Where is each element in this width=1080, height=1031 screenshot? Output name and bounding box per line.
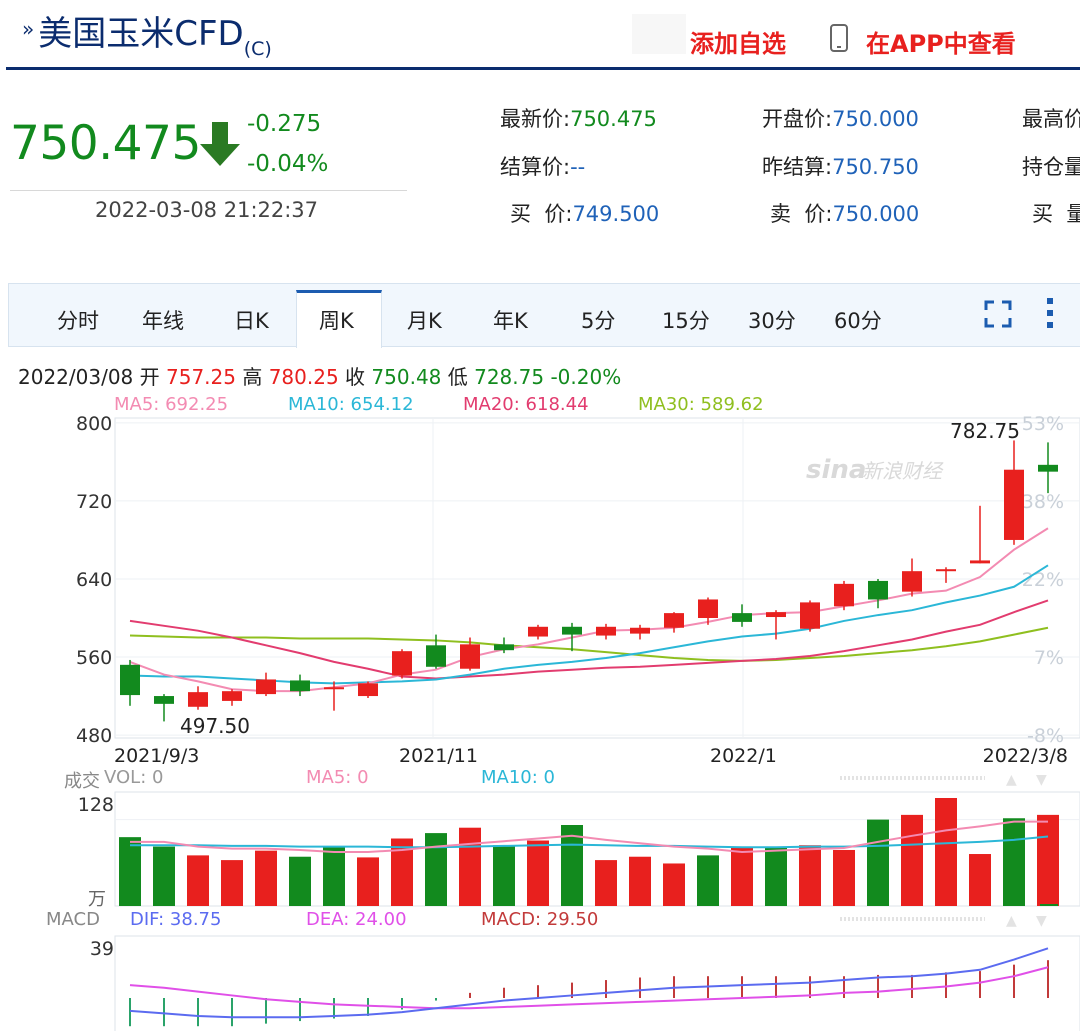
volume-bar (425, 833, 447, 906)
volume-bar (731, 847, 753, 906)
candle-body (596, 626, 616, 636)
candle-body (426, 645, 446, 667)
volume-bar (935, 798, 957, 906)
y-tick-label: 720 (76, 491, 112, 513)
x-tick-label: 2021/11 (399, 745, 478, 767)
candle-body (222, 691, 242, 701)
volume-bar (493, 845, 515, 906)
x-tick-label: 2022/3/8 (983, 745, 1068, 767)
candle-body (358, 683, 378, 697)
sina-logo-mark: sina (806, 455, 866, 485)
volume-bar (323, 846, 345, 906)
y-tick-label: 640 (76, 569, 112, 591)
volume-bar (153, 846, 175, 906)
max-price-annotation: 782.75 (950, 419, 1020, 443)
volume-down-arrow-icon: ▼ (1036, 772, 1047, 788)
volume-bar (697, 855, 719, 906)
macd-down-arrow-icon: ▼ (1036, 913, 1047, 929)
candle-body (154, 696, 174, 704)
volume-bar (799, 845, 821, 906)
min-price-annotation: 497.50 (180, 714, 250, 738)
volume-bar (629, 856, 651, 906)
candle-body (868, 580, 888, 600)
candle-body (392, 651, 412, 676)
volume-y-tick: 128 (78, 794, 114, 816)
candle-body (800, 602, 820, 629)
candle-body (902, 571, 922, 592)
candle-body (562, 626, 582, 635)
volume-bar (221, 860, 243, 906)
volume-bar (187, 855, 209, 906)
ma20-line (129, 599, 1049, 680)
volume-bar (357, 857, 379, 906)
candle-body (1038, 464, 1058, 472)
candle-body (120, 664, 140, 696)
macd-up-arrow-icon: ▲ (1006, 913, 1017, 929)
candle-body (290, 680, 310, 692)
volume-bar (255, 850, 277, 906)
volume-bar (663, 863, 685, 906)
candle-body (834, 583, 854, 607)
y-pct-tick-label: 22% (1022, 569, 1064, 591)
watermark-text: 新浪财经 (862, 459, 944, 483)
candle-body (698, 599, 718, 618)
volume-bar (833, 849, 855, 906)
volume-bar (459, 827, 481, 906)
candle-body (494, 644, 514, 651)
candle-body (630, 627, 650, 634)
candle-body (528, 626, 548, 637)
candle-body (1004, 469, 1024, 540)
y-tick-label: 480 (76, 725, 112, 747)
volume-bar (289, 856, 311, 906)
candle-body (324, 687, 344, 690)
candle-body (188, 692, 208, 707)
volume-bar (969, 854, 991, 906)
x-tick-label: 2022/1 (710, 745, 777, 767)
volume-bar (765, 846, 787, 906)
volume-bar (595, 860, 617, 906)
y-pct-tick-label: 7% (1034, 647, 1064, 669)
candle-body (970, 560, 990, 564)
volume-bar (867, 819, 889, 906)
volume-bar (527, 840, 549, 906)
volume-bar (1037, 814, 1059, 906)
volume-bar (901, 814, 923, 906)
candle-body (256, 679, 276, 695)
y-tick-label: 800 (76, 413, 112, 435)
candle-body (460, 644, 480, 669)
macd-dea-line (129, 966, 1049, 1010)
candle-body (766, 612, 786, 618)
macd-y-tick: 39 (90, 938, 114, 960)
y-tick-label: 560 (76, 647, 112, 669)
y-pct-tick-label: -8% (1027, 725, 1064, 747)
y-pct-tick-label: 38% (1022, 491, 1064, 513)
macd-dif-line (129, 947, 1049, 1019)
candle-body (664, 613, 684, 628)
volume-up-arrow-icon: ▲ (1006, 772, 1017, 788)
x-tick-label: 2021/9/3 (114, 745, 199, 767)
ma30-line (129, 626, 1049, 662)
y-pct-tick-label: 53% (1022, 413, 1064, 435)
kline-chart[interactable]: 480 -8% 560 7% 640 22% 720 38% 800 53% sina新浪财经782… (0, 0, 1080, 1031)
candle-body (936, 569, 956, 572)
volume-bar (119, 837, 141, 906)
candle-body (732, 613, 752, 622)
volume-bar (1003, 818, 1025, 906)
